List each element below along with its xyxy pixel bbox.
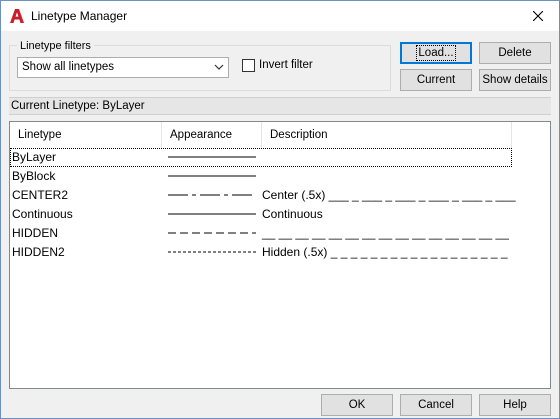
help-button[interactable]: Help	[479, 394, 551, 416]
window-title: Linetype Manager	[31, 9, 128, 23]
linetype-description: __ __ __ __ __ __ __ __ __ __ __ __ __ _…	[262, 226, 509, 240]
current-linetype-value: ByLayer	[102, 100, 145, 112]
column-header-appearance[interactable]: Appearance	[162, 122, 262, 148]
show-details-button[interactable]: Show details	[479, 69, 551, 91]
delete-button-label: Delete	[498, 47, 532, 59]
ok-button[interactable]: OK	[321, 394, 393, 416]
table-row[interactable]: Continuous Continuous	[10, 205, 512, 224]
linetype-description: Hidden (.5x) _ _ _ _ _ _ _ _ _ _ _ _ _ _…	[262, 245, 508, 259]
column-header-linetype-label: Linetype	[18, 129, 62, 141]
help-button-label: Help	[503, 399, 527, 411]
linetype-description: Continuous	[262, 207, 323, 221]
linetype-name: ByLayer	[12, 150, 57, 164]
current-button-label: Current	[416, 74, 456, 86]
delete-button[interactable]: Delete	[479, 42, 551, 64]
linetype-name: CENTER2	[12, 188, 69, 202]
column-header-description-label: Description	[270, 129, 328, 141]
cancel-button[interactable]: Cancel	[400, 394, 472, 416]
linetype-preview	[168, 232, 256, 234]
invert-filter-label[interactable]: Invert filter	[259, 59, 313, 71]
linetype-name: HIDDEN	[12, 226, 59, 240]
show-details-button-label: Show details	[482, 74, 548, 86]
linetype-filter-value: Show all linetypes	[22, 61, 115, 73]
table-row[interactable]: HIDDEN __ __ __ __ __ __ __ __ __ __ __ …	[10, 224, 512, 243]
linetype-name: Continuous	[12, 207, 73, 221]
linetype-list[interactable]: Linetype Appearance Description ByLayer …	[9, 121, 551, 389]
autocad-logo-icon	[10, 9, 24, 23]
linetype-manager-window: Linetype Manager Linetype filters Show a…	[0, 0, 560, 419]
cancel-button-label: Cancel	[418, 399, 454, 411]
current-linetype-label: Current Linetype:	[11, 100, 100, 112]
ok-button-label: OK	[348, 399, 366, 411]
linetype-filters-label: Linetype filters	[17, 40, 94, 52]
column-header-linetype[interactable]: Linetype	[10, 122, 162, 148]
table-row[interactable]: HIDDEN2 Hidden (.5x) _ _ _ _ _ _ _ _ _ _…	[10, 243, 512, 262]
linetype-preview	[168, 156, 256, 158]
linetype-description: Center (.5x) ___ _ ___ _ ___ _ ___ _ ___…	[262, 188, 516, 202]
chevron-down-icon	[214, 64, 224, 70]
linetype-preview	[168, 194, 256, 196]
load-button[interactable]: Load...	[400, 42, 472, 64]
linetype-name: ByBlock	[12, 169, 56, 183]
title-bar[interactable]: Linetype Manager	[1, 1, 559, 31]
close-button[interactable]	[521, 3, 555, 29]
table-row[interactable]: CENTER2 Center (.5x) ___ _ ___ _ ___ _ _…	[10, 186, 516, 205]
current-button[interactable]: Current	[400, 69, 472, 91]
table-row[interactable]: ByBlock	[10, 167, 512, 186]
linetype-filter-dropdown[interactable]: Show all linetypes	[17, 57, 229, 78]
linetype-preview	[168, 175, 256, 177]
invert-filter-checkbox[interactable]	[242, 59, 255, 72]
close-icon	[533, 11, 543, 21]
column-header-description[interactable]: Description	[262, 122, 512, 148]
current-linetype-text: Current Linetype: ByLayer	[11, 100, 145, 112]
table-row[interactable]: ByLayer	[10, 148, 512, 167]
linetype-name: HIDDEN2	[12, 245, 65, 259]
current-linetype-bar: Current Linetype: ByLayer	[9, 97, 551, 115]
linetype-preview	[168, 251, 256, 253]
linetype-preview	[168, 213, 256, 215]
load-button-label: Load...	[416, 45, 456, 61]
column-header-appearance-label: Appearance	[170, 129, 233, 141]
